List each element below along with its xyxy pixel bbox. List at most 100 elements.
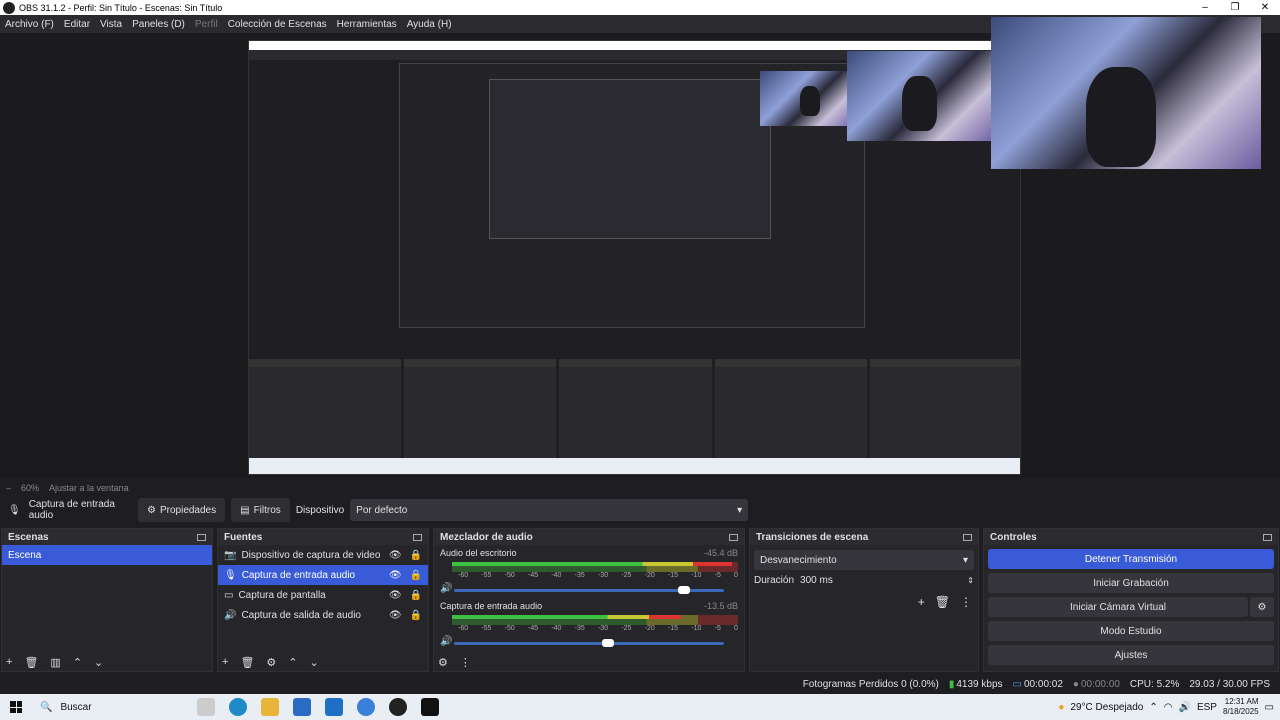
gear-icon[interactable]: ⚙ <box>266 656 276 669</box>
device-select[interactable]: Por defecto ▾ <box>350 499 749 521</box>
maximize-button[interactable]: ❐ <box>1220 0 1250 15</box>
menu-view[interactable]: Vista <box>100 19 122 30</box>
eye-icon[interactable]: 👁 <box>389 570 402 581</box>
studio-mode-button[interactable]: Modo Estudio <box>988 621 1274 641</box>
menu-file[interactable]: Archivo (F) <box>5 19 54 30</box>
stream-time: 00:00:02 <box>1023 678 1063 690</box>
stream-icon: ▭ <box>1012 678 1022 690</box>
undock-icon[interactable] <box>413 533 422 541</box>
gear-icon: ⚙ <box>147 504 156 516</box>
speaker-icon[interactable]: 🔊 <box>440 583 452 594</box>
menu-help[interactable]: Ayuda (H) <box>407 19 452 30</box>
settings-button[interactable]: Ajustes <box>988 645 1274 665</box>
add-icon[interactable]: + <box>222 656 228 669</box>
menu-edit[interactable]: Editar <box>64 19 90 30</box>
edge-icon[interactable] <box>229 698 247 716</box>
chevron-up-icon[interactable]: ⌃ <box>73 656 82 669</box>
trash-icon[interactable]: 🗑 <box>935 595 950 609</box>
taskbar: 🔍 Buscar ● 29°C Despejado ⌃ ◠ 🔊 ESP 12:3… <box>0 694 1280 720</box>
search-icon: 🔍 <box>40 701 53 713</box>
add-icon[interactable]: + <box>6 656 12 669</box>
language[interactable]: ESP <box>1197 702 1217 713</box>
webcam-feed <box>991 17 1261 169</box>
chevron-down-icon[interactable]: ⌄ <box>94 656 103 669</box>
windows-start-icon[interactable] <box>10 701 22 713</box>
transition-select[interactable]: Desvanecimiento ▾ <box>754 550 974 570</box>
volume-slider[interactable] <box>454 639 724 647</box>
trash-icon[interactable]: 🗑 <box>240 656 254 669</box>
more-options-icon[interactable]: ⋮ <box>460 656 471 669</box>
chevron-down-icon[interactable]: ⌄ <box>310 656 319 669</box>
obs-icon[interactable] <box>389 698 407 716</box>
lock-icon[interactable]: 🔒 <box>410 590 422 601</box>
app-icon[interactable] <box>357 698 375 716</box>
mixer-settings-icon[interactable]: ⚙ <box>438 656 448 669</box>
preview-canvas[interactable] <box>0 17 1280 478</box>
eye-icon[interactable]: 👁 <box>389 610 402 621</box>
close-button[interactable]: ✕ <box>1250 0 1280 15</box>
scale-tick: -10 <box>691 625 702 632</box>
speaker-icon: 🔊 <box>224 609 237 621</box>
filter-icon: ▤ <box>240 504 250 516</box>
clock[interactable]: 12:31 AM 8/18/2025 <box>1223 697 1259 717</box>
file-explorer-icon[interactable] <box>261 698 279 716</box>
system-tray: ● 29°C Despejado ⌃ ◠ 🔊 ESP 12:31 AM 8/18… <box>1058 697 1280 717</box>
properties-button[interactable]: ⚙ Propiedades <box>138 498 226 522</box>
taskbar-search[interactable]: 🔍 Buscar <box>30 702 190 713</box>
filter-icon[interactable]: ▥ <box>50 656 60 669</box>
scale-tick: -45 <box>527 625 539 632</box>
speaker-icon[interactable]: 🔊 <box>1178 702 1190 713</box>
task-view-icon[interactable] <box>197 698 215 716</box>
more-options-icon[interactable]: ⋮ <box>960 595 972 609</box>
volume-slider[interactable] <box>454 586 724 594</box>
lock-icon[interactable]: 🔒 <box>410 570 422 581</box>
minimize-button[interactable]: – <box>1190 0 1220 15</box>
add-icon[interactable]: + <box>918 595 925 609</box>
undock-icon[interactable] <box>729 533 738 541</box>
source-item-screen-capture[interactable]: ▭ Captura de pantalla 👁 🔒 <box>218 585 428 605</box>
meter-scale: -60 -55 -50 -45 -40 -35 -30 -25 -20 -15 -10 -5 0 <box>458 625 738 632</box>
selected-source: 🎙 Captura de entrada audio <box>8 499 115 521</box>
wifi-icon[interactable]: ◠ <box>1164 702 1173 713</box>
start-recording-button[interactable]: Iniciar Grabación <box>988 573 1274 593</box>
zoom-level[interactable]: 60% <box>21 483 39 493</box>
chevron-up-icon[interactable]: ⌃ <box>1149 702 1157 713</box>
source-item-video-capture[interactable]: 📷 Dispositivo de captura de video 👁 🔒 <box>218 545 428 565</box>
source-item-audio-output[interactable]: 🔊 Captura de salida de audio 👁 🔒 <box>218 605 428 625</box>
start-virtual-cam-button[interactable]: Iniciar Cámara Virtual <box>988 597 1248 617</box>
eye-icon[interactable]: 👁 <box>389 550 402 561</box>
undock-icon[interactable] <box>1263 533 1272 541</box>
menu-docks[interactable]: Paneles (D) <box>132 19 185 30</box>
chevron-up-icon[interactable]: ⌃ <box>288 656 297 669</box>
app-icon[interactable] <box>421 698 439 716</box>
mail-icon[interactable] <box>325 698 343 716</box>
stop-stream-button[interactable]: Detener Transmisión <box>988 549 1274 569</box>
device-label: Dispositivo <box>295 504 345 516</box>
weather[interactable]: 29°C Despejado <box>1070 702 1143 713</box>
duration-input[interactable]: 300 ms <box>800 575 967 586</box>
scale-tick: -35 <box>574 572 585 579</box>
menu-profile[interactable]: Perfil <box>195 19 218 30</box>
undock-icon[interactable] <box>197 533 206 541</box>
eye-icon[interactable]: 👁 <box>389 590 402 601</box>
lock-icon[interactable]: 🔒 <box>410 610 422 621</box>
lock-icon[interactable]: 🔒 <box>410 550 422 561</box>
chevron-down-icon: ▾ <box>737 504 743 516</box>
spinner-icon[interactable]: ⇕ <box>967 576 974 585</box>
source-item-audio-input[interactable]: 🎙 Captura de entrada audio 👁 🔒 <box>218 565 428 585</box>
menu-scene-collection[interactable]: Colección de Escenas <box>228 19 327 30</box>
store-icon[interactable] <box>293 698 311 716</box>
trash-icon[interactable]: 🗑 <box>24 656 38 669</box>
scale-tick: -10 <box>691 572 702 579</box>
menu-tools[interactable]: Herramientas <box>337 19 397 30</box>
volume-meter <box>452 562 738 572</box>
undock-icon[interactable] <box>963 533 972 541</box>
speaker-icon[interactable]: 🔊 <box>440 636 452 647</box>
virtual-cam-settings-button[interactable]: ⚙ <box>1250 597 1274 617</box>
scene-item[interactable]: Escena <box>2 545 212 565</box>
fit-window-toggle[interactable]: Ajustar a la ventana <box>49 483 129 493</box>
dropped-frames: Fotogramas Perdidos 0 (0.0%) <box>802 678 939 690</box>
camera-icon: 📷 <box>224 549 237 561</box>
notification-icon[interactable]: ▭ <box>1265 702 1274 713</box>
filters-button[interactable]: ▤ Filtros <box>231 498 290 522</box>
